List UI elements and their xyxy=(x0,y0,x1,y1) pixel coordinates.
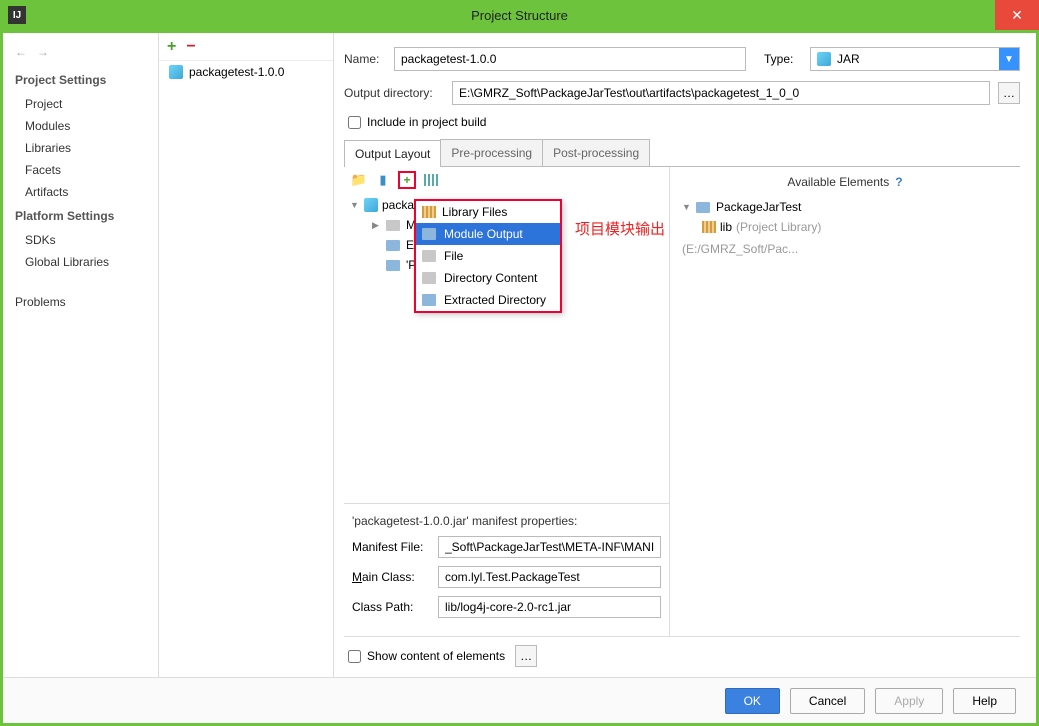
folder-icon xyxy=(386,220,400,231)
library-icon xyxy=(422,206,436,218)
class-path-label: Class Path: xyxy=(352,600,430,614)
apply-button[interactable]: Apply xyxy=(875,688,943,714)
menu-module-output[interactable]: Module Output xyxy=(416,223,560,245)
show-content-label: Show content of elements xyxy=(367,649,505,663)
artifact-label: packagetest-1.0.0 xyxy=(189,65,284,79)
add-copy-menu: Library Files Module Output File Directo… xyxy=(414,199,562,313)
settings-sidebar: ← → Project Settings Project Modules Lib… xyxy=(3,33,159,677)
remove-artifact-button[interactable]: − xyxy=(186,38,195,56)
sidebar-item-modules[interactable]: Modules xyxy=(3,115,158,137)
dialog-footer: OK Cancel Apply Help xyxy=(3,677,1036,723)
type-value: JAR xyxy=(837,52,860,66)
sidebar-item-facets[interactable]: Facets xyxy=(3,159,158,181)
nav-forward-icon[interactable]: → xyxy=(37,45,49,59)
path-hint: (E:/GMRZ_Soft/Pac... xyxy=(678,239,1012,259)
available-project-node[interactable]: ▼ PackageJarTest xyxy=(678,197,1012,217)
artifact-list-panel: + − packagetest-1.0.0 xyxy=(159,33,334,677)
manifest-panel: 'packagetest-1.0.0.jar' manifest propert… xyxy=(344,503,669,636)
project-icon xyxy=(696,202,710,213)
available-header: Available Elements xyxy=(787,175,889,189)
extracted-icon xyxy=(422,294,436,306)
sidebar-item-libraries[interactable]: Libraries xyxy=(3,137,158,159)
available-elements-panel: Available Elements ? ▼ PackageJarTest li… xyxy=(670,167,1020,636)
tab-postprocessing[interactable]: Post-processing xyxy=(542,139,650,166)
sidebar-item-artifacts[interactable]: Artifacts xyxy=(3,181,158,203)
add-artifact-button[interactable]: + xyxy=(167,38,176,56)
include-build-label: Include in project build xyxy=(367,115,486,129)
cancel-button[interactable]: Cancel xyxy=(790,688,865,714)
folder-icon xyxy=(422,272,436,284)
module-icon xyxy=(422,228,436,240)
help-icon[interactable]: ? xyxy=(895,175,902,189)
outputdir-label: Output directory: xyxy=(344,86,444,100)
new-archive-icon[interactable]: ▮ xyxy=(374,171,392,189)
menu-file[interactable]: File xyxy=(416,245,560,267)
module-output-icon xyxy=(386,260,400,271)
app-icon: IJ xyxy=(8,6,26,24)
name-label: Name: xyxy=(344,52,386,66)
window-title: Project Structure xyxy=(471,8,568,23)
sidebar-item-global-libraries[interactable]: Global Libraries xyxy=(3,251,158,273)
browse-button[interactable]: … xyxy=(998,82,1020,104)
type-combo[interactable]: JAR ▼ xyxy=(810,47,1020,71)
sidebar-item-problems[interactable]: Problems xyxy=(3,291,158,313)
type-label: Type: xyxy=(764,52,802,66)
extracted-icon xyxy=(386,240,400,251)
sidebar-category: Project Settings xyxy=(3,67,158,93)
artifact-details: Name: Type: JAR ▼ Output directory: … In… xyxy=(334,33,1036,677)
sort-icon[interactable] xyxy=(422,171,440,189)
manifest-file-input[interactable] xyxy=(438,536,661,558)
include-build-checkbox[interactable] xyxy=(348,116,361,129)
jar-icon xyxy=(817,52,831,66)
class-path-input[interactable] xyxy=(438,596,661,618)
manifest-header: 'packagetest-1.0.0.jar' manifest propert… xyxy=(352,514,661,528)
nav-back-icon[interactable]: ← xyxy=(15,45,27,59)
outputdir-input[interactable] xyxy=(452,81,990,105)
tab-preprocessing[interactable]: Pre-processing xyxy=(440,139,543,166)
library-icon xyxy=(702,221,716,233)
artifact-node[interactable]: packagetest-1.0.0 xyxy=(159,61,333,83)
close-button[interactable]: ✕ xyxy=(995,0,1039,30)
jar-icon xyxy=(169,65,183,79)
available-lib-node[interactable]: lib (Project Library) xyxy=(678,217,1012,237)
manifest-file-label: Manifest File: xyxy=(352,540,430,554)
main-class-label: Main Class: xyxy=(352,570,430,584)
artifact-tabs: Output Layout Pre-processing Post-proces… xyxy=(344,139,1020,167)
main-class-input[interactable] xyxy=(438,566,661,588)
sidebar-item-project[interactable]: Project xyxy=(3,93,158,115)
name-input[interactable] xyxy=(394,47,746,71)
menu-library-files[interactable]: Library Files xyxy=(416,201,560,223)
file-icon xyxy=(422,250,436,262)
chevron-down-icon: ▼ xyxy=(999,48,1019,70)
menu-extracted-directory[interactable]: Extracted Directory xyxy=(416,289,560,311)
ok-button[interactable]: OK xyxy=(725,688,780,714)
jar-icon xyxy=(364,198,378,212)
menu-directory-content[interactable]: Directory Content xyxy=(416,267,560,289)
title-bar: IJ Project Structure ✕ xyxy=(0,0,1039,30)
add-copy-button[interactable]: + xyxy=(398,171,416,189)
tab-output-layout[interactable]: Output Layout xyxy=(344,140,441,167)
new-folder-icon[interactable]: 📁 xyxy=(350,171,368,189)
sidebar-category: Platform Settings xyxy=(3,203,158,229)
help-button[interactable]: Help xyxy=(953,688,1016,714)
show-content-checkbox[interactable] xyxy=(348,650,361,663)
annotation-text: 项目模块输出 xyxy=(575,218,665,239)
sidebar-item-sdks[interactable]: SDKs xyxy=(3,229,158,251)
show-content-options[interactable]: … xyxy=(515,645,537,667)
